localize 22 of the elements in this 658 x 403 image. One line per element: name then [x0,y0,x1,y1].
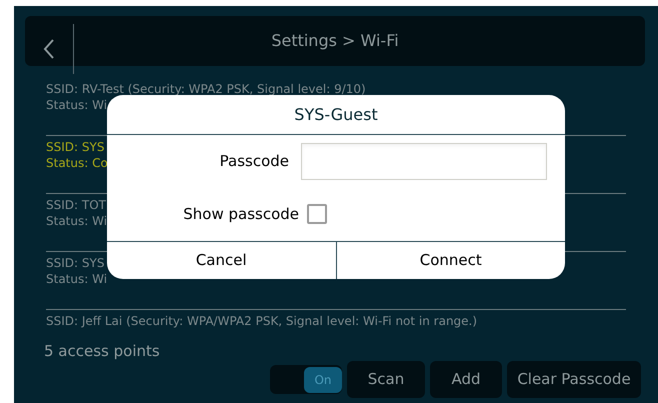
dialog-button[interactable]: Connect [336,242,565,279]
dialog-button[interactable]: Cancel [107,242,336,279]
show-passcode-label: Show passcode [182,204,300,225]
action-button[interactable]: Clear Passcode [507,361,641,398]
ssid-text: SSID: SYS [46,139,104,155]
action-button[interactable]: Scan [347,361,425,398]
status-text: Status: Wi [46,97,108,113]
ssid-text: SSID: TOT [46,197,106,213]
action-button[interactable]: Add [430,361,502,398]
access-point-count: 5 access points [44,341,160,362]
ssid-text: SSID: SYS [46,255,104,271]
status-text: Status: Wi [46,271,108,287]
ssid-text: SSID: Jeff Lai (Security: WPA/WPA2 PSK, Signal level: Wi-Fi not in range.) [46,313,478,329]
status-text: Status: Co [46,155,108,171]
passcode-label: Passcode [218,150,290,172]
page-title: Settings > Wi-Fi [270,30,400,52]
passcode-field[interactable] [301,142,547,180]
ssid-text: SSID: RV-Test (Security: WPA2 PSK, Signal level: 9/10) [46,81,366,97]
status-text: Status: Wi [46,213,108,229]
show-passcode-checkbox[interactable] [307,204,327,224]
back-icon [43,38,55,60]
dialog-title: SYS-Guest [107,95,565,135]
